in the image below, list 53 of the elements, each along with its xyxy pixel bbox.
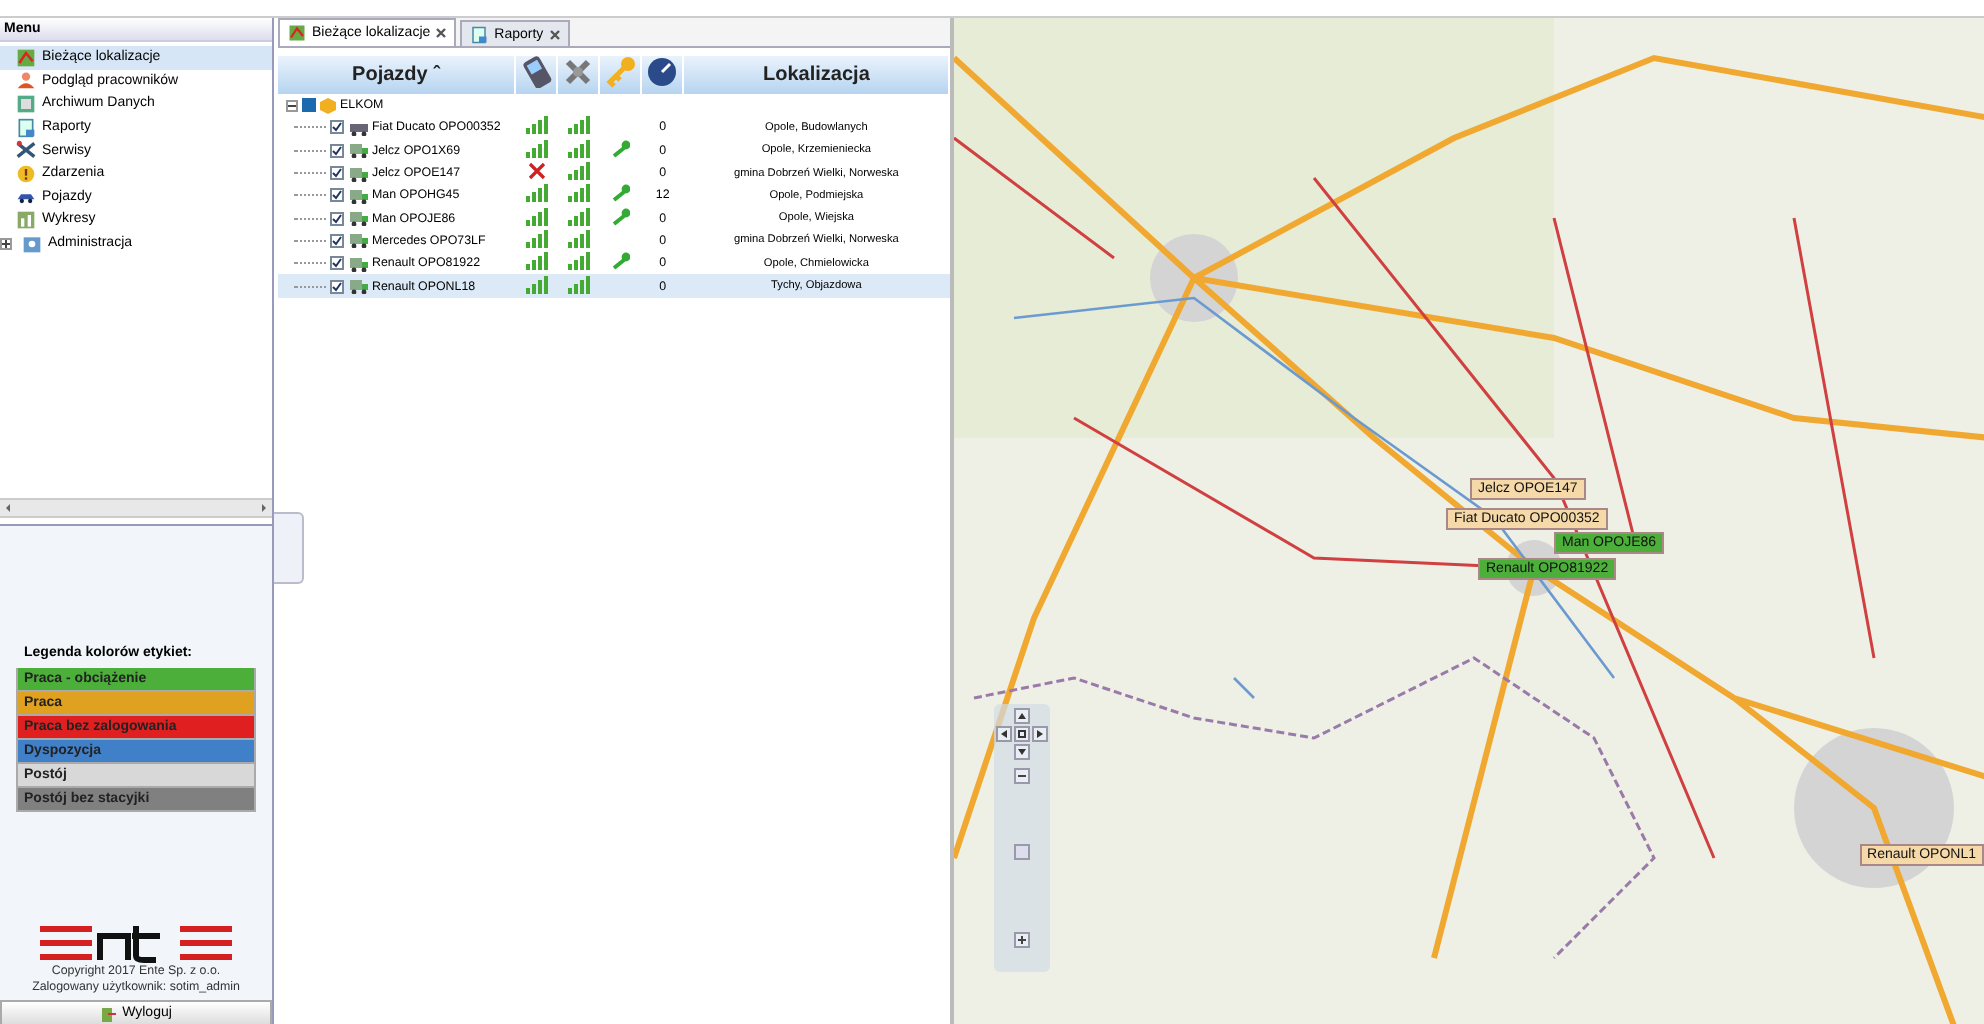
truck-icon [348, 278, 368, 295]
admin-icon [22, 233, 42, 254]
horizontal-scrollbar[interactable] [0, 498, 272, 518]
van-icon [348, 119, 368, 136]
cube-icon [320, 97, 336, 114]
plus-icon [1016, 934, 1028, 946]
pan-down-button[interactable] [1014, 744, 1030, 760]
key-icon [604, 56, 637, 88]
close-icon[interactable] [436, 28, 447, 38]
zoom-slider-thumb[interactable] [1014, 844, 1030, 860]
checkbox[interactable] [330, 120, 344, 135]
partial-checkbox-icon [302, 98, 316, 113]
satellite-icon [562, 56, 595, 88]
map-icon [288, 24, 306, 42]
truck-icon [348, 255, 368, 272]
pan-up-button[interactable] [1014, 708, 1030, 724]
checkbox[interactable] [330, 143, 344, 158]
map-icon [16, 47, 36, 68]
truck-icon [348, 165, 368, 182]
checkbox[interactable] [330, 233, 344, 248]
minus-icon [1016, 770, 1028, 782]
column-header[interactable]: Pojazdy ˆ [278, 56, 516, 94]
checkbox[interactable] [330, 256, 344, 271]
alert-icon [16, 163, 36, 184]
checkbox[interactable] [330, 166, 344, 181]
truck-icon [348, 142, 368, 159]
checkbox[interactable] [330, 188, 344, 203]
checkbox[interactable] [330, 279, 344, 294]
report-icon [16, 117, 36, 138]
person-icon [16, 70, 36, 91]
pan-left-button[interactable] [996, 726, 1012, 742]
pan-right-button[interactable] [1032, 726, 1048, 742]
truck-icon [348, 187, 368, 204]
pan-center-button[interactable] [1014, 726, 1030, 742]
close-icon[interactable] [549, 29, 560, 39]
checkbox[interactable] [330, 211, 344, 226]
column-header[interactable]: Lokalizacja [683, 56, 949, 94]
tree-toggle-icon[interactable] [286, 99, 298, 112]
report-icon [470, 25, 489, 43]
zoom-out-button[interactable] [1014, 768, 1030, 784]
expand-icon[interactable] [0, 237, 12, 250]
zoom-in-button[interactable] [1014, 932, 1030, 948]
collapse-handle[interactable] [274, 512, 304, 584]
truck-icon [348, 210, 368, 227]
door-icon [100, 1005, 117, 1021]
archive-icon [16, 93, 36, 114]
truck-icon [348, 232, 368, 249]
chart-icon [16, 209, 36, 230]
scroll-right-icon[interactable] [256, 500, 272, 516]
gauge-icon [646, 56, 679, 88]
tools-icon [16, 140, 36, 161]
phone-icon [520, 56, 553, 88]
square-icon [1016, 728, 1028, 740]
